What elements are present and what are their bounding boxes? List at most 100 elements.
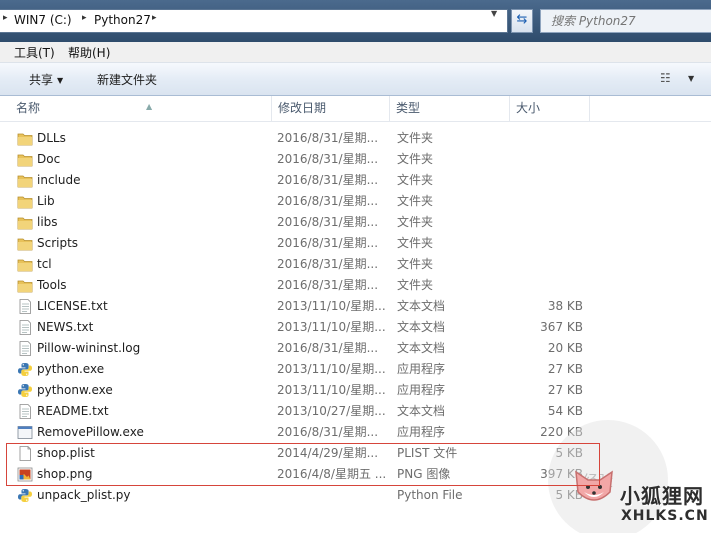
file-row[interactable]: Pillow-wininst.log 2016/8/31/星期... 文本文档 20 … [0,338,600,359]
watermark-site-domain: XHLKS.CN [621,508,709,524]
address-history-dropdown-icon[interactable]: ▼ [491,9,497,18]
file-type: 应用程序 [397,425,446,439]
python-icon [17,383,33,398]
file-name: DLLs [37,131,66,145]
image-file-icon [17,467,33,482]
file-size: 27 KB [547,362,583,376]
menu-bar: 工具(T) 帮助(H) [0,42,711,63]
file-name: tcl [37,257,52,271]
file-modified-date: 2016/8/31/星期... [277,425,379,439]
file-name: Doc [37,152,61,166]
breadcrumb-arrow-icon[interactable]: ▸ [3,13,8,23]
fox-logo-icon [575,470,613,501]
python-icon [17,362,33,377]
file-row[interactable]: NEWS.txt 2013/11/10/星期... 文本文档 367 KB [0,317,600,338]
column-name-label: 名称 [16,101,41,115]
file-type: 文本文档 [397,404,446,418]
file-row[interactable]: DLLs 2016/8/31/星期... 文件夹 [0,128,600,149]
text-file-icon [17,404,33,419]
file-type: 文本文档 [397,320,446,334]
file-row[interactable]: Lib 2016/8/31/星期... 文件夹 [0,191,600,212]
file-row[interactable]: include 2016/8/31/星期... 文件夹 [0,170,600,191]
file-type: 文件夹 [397,173,434,187]
search-box[interactable] [540,9,711,33]
file-row[interactable]: Tools 2016/8/31/星期... 文件夹 [0,275,600,296]
file-modified-date: 2016/8/31/星期... [277,152,379,166]
chevron-down-icon[interactable]: ▼ [688,74,694,83]
column-type-label: 类型 [396,101,421,115]
refresh-icon: ⇆ [516,12,528,27]
file-row[interactable]: tcl 2016/8/31/星期... 文件夹 [0,254,600,275]
file-type: 文件夹 [397,257,434,271]
column-header-type[interactable]: 类型 [390,96,510,121]
file-row[interactable]: shop.plist 2014/4/29/星期... PLIST 文件 5 KB [0,443,600,464]
file-row[interactable]: shop.png 2016/4/8/星期五 ... PNG 图像 397 KB [0,464,600,485]
search-input[interactable] [549,13,703,29]
file-modified-date [277,485,387,506]
file-row[interactable]: LICENSE.txt 2013/11/10/星期... 文本文档 38 KB [0,296,600,317]
file-row[interactable]: python.exe 2013/11/10/星期... 应用程序 27 KB [0,359,600,380]
file-modified-date: 2016/8/31/星期... [277,278,379,292]
breadcrumb-folder[interactable]: Python27 [94,13,151,27]
file-name: shop.png [37,467,93,481]
file-type: 文本文档 [397,341,446,355]
folder-icon [17,236,33,251]
file-modified-date: 2016/8/31/星期... [277,131,379,145]
file-modified-date: 2013/11/10/星期... [277,320,386,334]
column-date-label: 修改日期 [278,101,327,115]
file-row[interactable]: pythonw.exe 2013/11/10/星期... 应用程序 27 KB [0,380,600,401]
file-name: Tools [37,278,67,292]
exe-icon [17,425,33,440]
breadcrumb-arrow-icon[interactable]: ▸ [152,13,157,23]
file-type: 文件夹 [397,152,434,166]
folder-icon [17,215,33,230]
file-name: LICENSE.txt [37,299,108,313]
file-type: PLIST 文件 [397,446,458,460]
refresh-button[interactable]: ⇆ [511,9,533,33]
file-row[interactable]: README.txt 2013/10/27/星期... 文本文档 54 KB [0,401,600,422]
new-folder-button[interactable]: 新建文件夹 [97,71,157,88]
file-modified-date: 2016/8/31/星期... [277,215,379,229]
file-name: pythonw.exe [37,383,113,397]
file-size [511,170,583,191]
file-modified-date: 2013/11/10/星期... [277,383,386,397]
file-size [511,191,583,212]
file-type: 应用程序 [397,362,446,376]
file-name: include [37,173,81,187]
address-bar-strip: ▸ WIN7 (C:) ▸ Python27 ▸ ▼ ⇆ [0,0,711,42]
column-header-row: 名称 ▲ 修改日期 类型 大小 [0,96,711,122]
file-row[interactable]: Scripts 2016/8/31/星期... 文件夹 [0,233,600,254]
file-name: unpack_plist.py [37,488,131,502]
folder-icon [17,257,33,272]
file-size: 367 KB [540,320,583,334]
column-header-name[interactable]: 名称 ▲ [10,96,272,121]
file-type: 应用程序 [397,383,446,397]
menu-help[interactable]: 帮助(H) [68,44,110,61]
file-row[interactable]: unpack_plist.py Python File 5 KB [0,485,600,506]
view-options-icon[interactable]: ☷ [660,71,671,85]
address-bar[interactable]: ▸ WIN7 (C:) ▸ Python27 ▸ [0,9,508,33]
file-row[interactable]: RemovePillow.exe 2016/8/31/星期... 应用程序 220 K… [0,422,600,443]
chevron-down-icon: ▼ [57,76,64,85]
python-script-icon [17,488,33,503]
column-header-size[interactable]: 大小 [510,96,590,121]
breadcrumb-drive[interactable]: WIN7 (C:) [14,13,72,27]
file-name: NEWS.txt [37,320,94,334]
file-size: 38 KB [547,299,583,313]
breadcrumb-arrow-icon[interactable]: ▸ [82,13,87,23]
file-modified-date: 2016/8/31/星期... [277,194,379,208]
file-type: 文件夹 [397,236,434,250]
file-row[interactable]: libs 2016/8/31/星期... 文件夹 [0,212,600,233]
folder-icon [17,131,33,146]
share-button[interactable]: 共享 ▼ [29,71,63,88]
column-header-date[interactable]: 修改日期 [272,96,390,121]
command-bar: 共享 ▼ 新建文件夹 ☷ ▼ [0,63,711,96]
folder-icon [17,194,33,209]
file-size [511,233,583,254]
menu-tools[interactable]: 工具(T) [14,44,55,61]
file-row[interactable]: Doc 2016/8/31/星期... 文件夹 [0,149,600,170]
folder-icon [17,278,33,293]
folder-icon [17,173,33,188]
file-modified-date: 2016/4/8/星期五 ... [277,467,387,481]
file-size: 27 KB [547,383,583,397]
